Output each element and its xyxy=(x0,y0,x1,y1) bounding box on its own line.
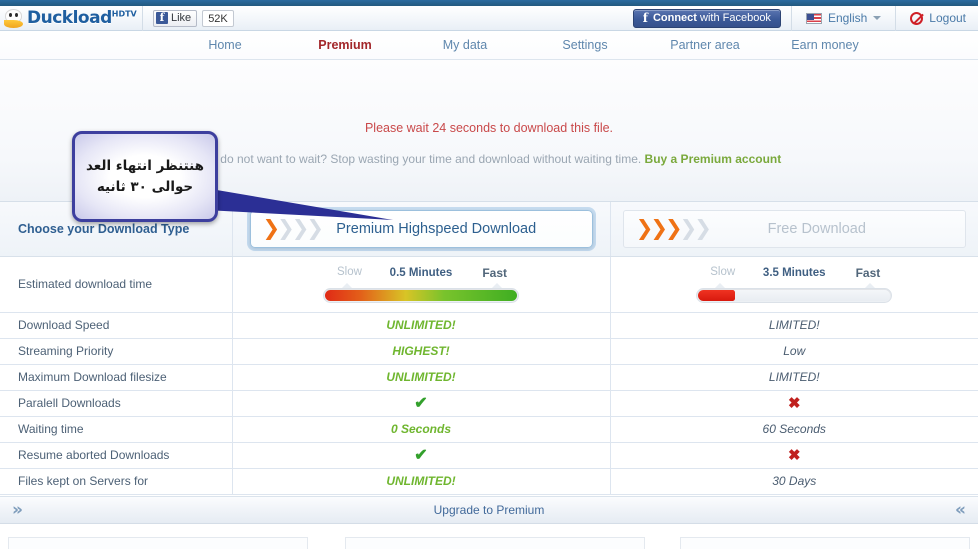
free-gauge-bar xyxy=(696,287,893,303)
page-root: DuckloadHDTV f Like 52K f Connect with F… xyxy=(0,0,978,555)
duck-mascot-icon xyxy=(4,8,26,28)
nav-item-earn-money[interactable]: Earn money xyxy=(765,38,885,52)
bottom-partial-panels xyxy=(0,523,978,549)
language-selector[interactable]: English xyxy=(790,5,897,31)
free-button-label: Free Download xyxy=(767,220,866,237)
wait-panel: هنتنظر انتهاء العد حوالى ٣٠ ثانيه Please… xyxy=(0,60,978,222)
bottom-panel-center xyxy=(345,536,645,549)
premium-gauge-cell: Slow 0.5 Minutes Fast xyxy=(231,256,610,313)
callout-pointer xyxy=(205,188,393,220)
premium-check-icon: ✔ xyxy=(414,447,428,464)
free-cross-icon: ✖ xyxy=(787,446,801,464)
nav-item-premium[interactable]: Premium xyxy=(285,38,405,52)
upgrade-to-premium-link[interactable]: Upgrade to Premium xyxy=(0,503,978,517)
facebook-like-count: 52K xyxy=(202,9,234,27)
chevron-down-icon xyxy=(873,16,882,20)
row-label-files-kept-on-servers-for: Files kept on Servers for xyxy=(0,468,232,495)
row-label-waiting-time: Waiting time xyxy=(0,416,232,443)
premium-gauge-bar xyxy=(323,287,519,303)
main-navigation: Home Premium My data Settings Partner ar… xyxy=(0,31,978,60)
download-type-comparison-table: Choose your Download Type ❯ ❯ ❯ ❯ Premium H… xyxy=(0,202,978,495)
no-entry-icon xyxy=(910,11,924,25)
logout-button[interactable]: Logout xyxy=(896,11,978,25)
facebook-f-icon: f xyxy=(642,11,648,25)
facebook-like-button[interactable]: f Like xyxy=(153,9,198,27)
site-logo[interactable]: DuckloadHDTV xyxy=(0,6,142,31)
us-flag-icon xyxy=(805,12,822,24)
gauge-tick-right-icon xyxy=(492,282,502,288)
nav-item-my-data[interactable]: My data xyxy=(405,38,525,52)
table-row: Paralell Downloads ✔ ✖ xyxy=(0,390,978,417)
premium-check-icon: ✔ xyxy=(414,395,428,412)
free-value-max-filesize: LIMITED! xyxy=(768,370,820,384)
premium-value-streaming-priority: HIGHEST! xyxy=(392,344,450,358)
free-value-streaming-priority: Low xyxy=(783,344,806,358)
table-row: Files kept on Servers for UNLIMITED! 30 … xyxy=(0,468,978,495)
premium-value-download-speed: UNLIMITED! xyxy=(386,318,456,332)
gauge-tick-left-icon xyxy=(342,282,352,288)
gauge-tick-right-icon xyxy=(865,282,876,288)
promo-text: You do not want to wait? Stop wasting yo… xyxy=(196,152,645,166)
row-label-paralell-downloads: Paralell Downloads xyxy=(0,390,232,417)
premium-speed-gauge: Slow 0.5 Minutes Fast xyxy=(323,266,519,303)
nav-link-settings[interactable]: Settings xyxy=(525,38,645,52)
nav-link-premium[interactable]: Premium xyxy=(285,38,405,52)
free-value-download-speed: LIMITED! xyxy=(768,318,820,332)
annotation-callout: هنتنظر انتهاء العد حوالى ٣٠ ثانيه xyxy=(72,131,218,222)
logo-text: Duckload xyxy=(27,8,112,28)
logo-superscript: HDTV xyxy=(111,9,137,19)
table-row: Waiting time 0 Seconds 60 Seconds xyxy=(0,416,978,443)
table-row: Maximum Download filesize UNLIMITED! LIM… xyxy=(0,364,978,391)
nav-link-partner-area[interactable]: Partner area xyxy=(645,38,765,52)
free-button-cell: ❯ ❯ ❯ ❯ ❯ Free Download xyxy=(609,202,978,257)
row-label-maximum-download-filesize: Maximum Download filesize xyxy=(0,364,232,391)
free-cross-icon: ✖ xyxy=(787,394,801,412)
nav-link-my-data[interactable]: My data xyxy=(405,38,525,52)
gauge-tick-left-icon xyxy=(715,282,726,288)
row-label-download-speed: Download Speed xyxy=(0,312,232,339)
bottom-panel-left xyxy=(8,536,308,549)
connect-with-facebook-label: Connect with Facebook xyxy=(652,12,771,24)
connect-with-facebook-button[interactable]: f Connect with Facebook xyxy=(632,8,781,28)
logout-label: Logout xyxy=(929,11,966,25)
gauge-fast-label: Fast xyxy=(482,265,507,280)
upgrade-footer-bar[interactable]: » Upgrade to Premium « xyxy=(0,495,978,524)
table-row: Download Speed UNLIMITED! LIMITED! xyxy=(0,312,978,339)
bottom-panel-right xyxy=(680,536,970,549)
table-row-estimated-time: Estimated download time Slow 0.5 Minutes… xyxy=(0,256,978,313)
facebook-like-label: Like xyxy=(171,12,192,24)
facebook-like-widget[interactable]: f Like 52K xyxy=(143,9,244,27)
premium-value-waiting-time: 0 Seconds xyxy=(390,422,452,436)
row-label-estimated-download-time: Estimated download time xyxy=(0,256,232,313)
facebook-f-icon: f xyxy=(156,12,168,24)
table-row: Streaming Priority HIGHEST! Low xyxy=(0,338,978,365)
free-speed-gauge: Slow 3.5 Minutes Fast xyxy=(696,265,893,303)
header-right-group: f Connect with Facebook English Logout xyxy=(632,5,978,31)
nav-item-home[interactable]: Home xyxy=(165,38,285,52)
nav-link-home[interactable]: Home xyxy=(165,38,285,52)
callout-line-1: هنتنظر انتهاء العد xyxy=(85,158,205,175)
nav-item-partner-area[interactable]: Partner area xyxy=(645,38,765,52)
table-row: Resume aborted Downloads ✔ ✖ xyxy=(0,442,978,469)
gauge-fast-label: Fast xyxy=(855,265,881,280)
annotation-callout-text: هنتنظر انتهاء العد حوالى ٣٠ ثانيه xyxy=(78,156,212,197)
row-label-resume-aborted-downloads: Resume aborted Downloads xyxy=(0,442,232,469)
premium-value-max-filesize: UNLIMITED! xyxy=(386,370,456,384)
row-label-streaming-priority: Streaming Priority xyxy=(0,338,232,365)
logo-wordmark: DuckloadHDTV xyxy=(27,8,137,28)
premium-value-files-kept: UNLIMITED! xyxy=(386,474,456,488)
free-value-files-kept: 30 Days xyxy=(772,474,817,488)
buy-premium-account-link[interactable]: Buy a Premium account xyxy=(645,152,782,166)
site-header: DuckloadHDTV f Like 52K f Connect with F… xyxy=(0,5,978,31)
callout-line-2: حوالى ٣٠ ثانيه xyxy=(96,178,194,195)
free-value-waiting-time: 60 Seconds xyxy=(762,422,826,436)
chevron-group-icon: ❯ ❯ ❯ ❯ ❯ xyxy=(635,216,712,241)
nav-item-settings[interactable]: Settings xyxy=(525,38,645,52)
nav-link-earn-money[interactable]: Earn money xyxy=(765,38,885,52)
free-gauge-cell: Slow 3.5 Minutes Fast xyxy=(609,256,978,313)
language-label: English xyxy=(827,11,868,25)
free-download-button[interactable]: ❯ ❯ ❯ ❯ ❯ Free Download xyxy=(622,209,966,248)
